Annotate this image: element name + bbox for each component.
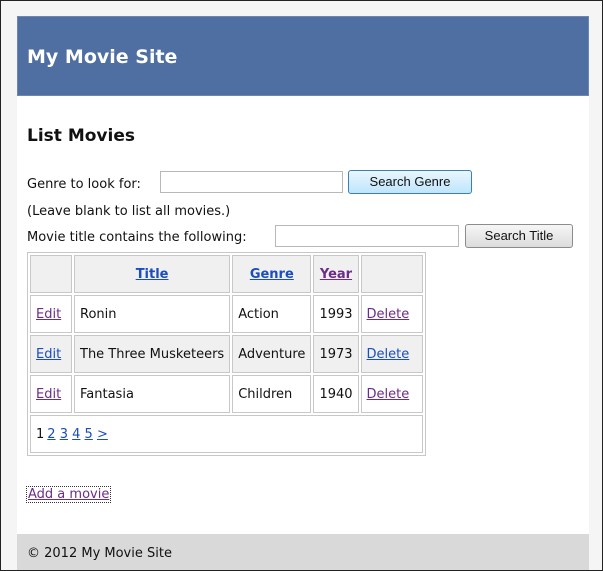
table-row: Edit Fantasia Children 1940 Delete bbox=[30, 375, 423, 413]
pager-page-link[interactable]: 2 bbox=[47, 427, 55, 442]
edit-cell: Edit bbox=[30, 335, 72, 373]
genre-cell: Children bbox=[232, 375, 312, 413]
search-genre-button[interactable]: Search Genre bbox=[348, 170, 472, 194]
delete-cell: Delete bbox=[360, 335, 423, 373]
edit-link[interactable]: Edit bbox=[36, 387, 61, 402]
site-header: My Movie Site bbox=[17, 16, 589, 96]
delete-cell: Delete bbox=[360, 375, 423, 413]
genre-search-input[interactable] bbox=[160, 171, 343, 193]
footer-copyright: © 2012 My Movie Site bbox=[27, 546, 172, 561]
search-title-button[interactable]: Search Title bbox=[465, 224, 573, 248]
sort-genre-link[interactable]: Genre bbox=[250, 267, 294, 282]
movies-table: Title Genre Year Edit Ronin Action 1993 … bbox=[27, 252, 426, 456]
year-cell: 1973 bbox=[313, 335, 359, 373]
genre-cell: Adventure bbox=[232, 335, 312, 373]
sort-title-link[interactable]: Title bbox=[136, 267, 169, 282]
browser-page: My Movie Site List Movies Genre to look … bbox=[0, 0, 603, 571]
header-edit-cell bbox=[30, 255, 72, 293]
title-cell: The Three Musketeers bbox=[74, 335, 231, 373]
site-title: My Movie Site bbox=[27, 46, 178, 68]
year-cell: 1993 bbox=[313, 295, 359, 333]
header-genre-cell: Genre bbox=[232, 255, 312, 293]
delete-link[interactable]: Delete bbox=[367, 387, 410, 402]
header-title-cell: Title bbox=[74, 255, 231, 293]
title-cell: Ronin bbox=[74, 295, 231, 333]
add-movie-link[interactable]: Add a movie bbox=[25, 486, 112, 503]
site-footer: © 2012 My Movie Site bbox=[17, 534, 589, 570]
main-content: List Movies Genre to look for: Search Ge… bbox=[17, 96, 589, 534]
title-search-label: Movie title contains the following: bbox=[27, 230, 247, 245]
delete-cell: Delete bbox=[360, 295, 423, 333]
pager-page-link[interactable]: 5 bbox=[85, 427, 93, 442]
table-header-row: Title Genre Year bbox=[30, 255, 423, 293]
header-year-cell: Year bbox=[313, 255, 359, 293]
pager-row: 12 3 4 5 > bbox=[30, 415, 423, 453]
pager-page-link[interactable]: 4 bbox=[72, 427, 80, 442]
edit-cell: Edit bbox=[30, 295, 72, 333]
genre-search-hint: (Leave blank to list all movies.) bbox=[27, 204, 231, 219]
pager: 12 3 4 5 > bbox=[36, 427, 108, 442]
header-delete-cell bbox=[360, 255, 423, 293]
genre-cell: Action bbox=[232, 295, 312, 333]
edit-cell: Edit bbox=[30, 375, 72, 413]
pager-cell: 12 3 4 5 > bbox=[30, 415, 423, 453]
pager-next-link[interactable]: > bbox=[97, 427, 108, 442]
delete-link[interactable]: Delete bbox=[367, 347, 410, 362]
edit-link[interactable]: Edit bbox=[36, 347, 61, 362]
pager-current-page: 1 bbox=[36, 426, 45, 442]
year-cell: 1940 bbox=[313, 375, 359, 413]
title-cell: Fantasia bbox=[74, 375, 231, 413]
title-search-input[interactable] bbox=[275, 225, 459, 247]
table-row: Edit Ronin Action 1993 Delete bbox=[30, 295, 423, 333]
table-row: Edit The Three Musketeers Adventure 1973… bbox=[30, 335, 423, 373]
sort-year-link[interactable]: Year bbox=[320, 267, 352, 282]
pager-page-link[interactable]: 3 bbox=[60, 427, 68, 442]
genre-search-label: Genre to look for: bbox=[27, 177, 141, 192]
edit-link[interactable]: Edit bbox=[36, 307, 61, 322]
page-title: List Movies bbox=[27, 126, 135, 146]
delete-link[interactable]: Delete bbox=[367, 307, 410, 322]
